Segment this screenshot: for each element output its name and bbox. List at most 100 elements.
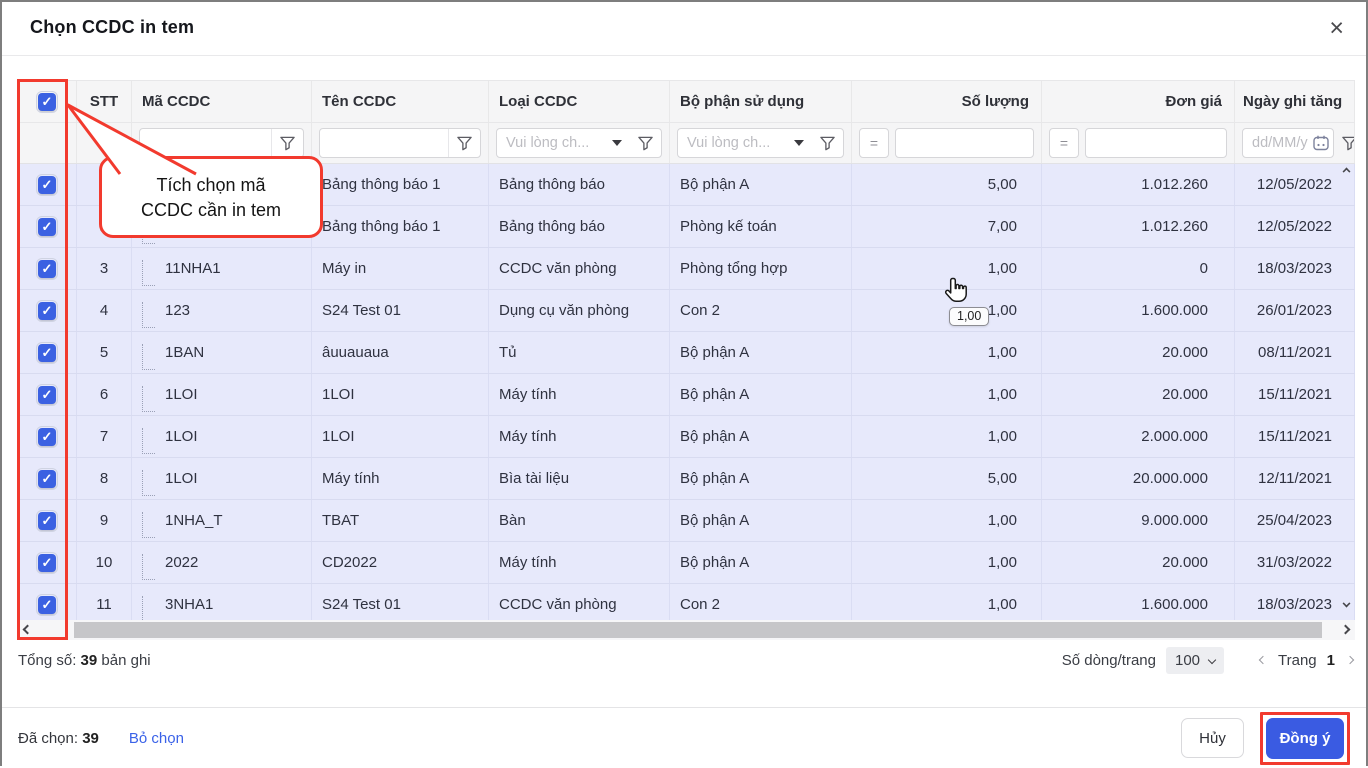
cell-don-gia: 9.000.000 (1042, 500, 1235, 541)
dongia-filter-input[interactable] (1086, 129, 1226, 157)
row-checkbox[interactable]: ✓ (36, 425, 58, 448)
tree-node-icon (142, 343, 155, 370)
filter-check-cell (18, 123, 77, 163)
ma-filter-funnel[interactable] (271, 129, 303, 157)
ten-filter-input[interactable] (320, 129, 448, 157)
cell-so-luong: 7,00 (852, 206, 1042, 247)
table-row[interactable]: ✓ 6 1LOI 1LOI Máy tính Bộ phận A 1,00 20… (18, 374, 1355, 416)
cell-ma-ccdc: 2022 (132, 542, 312, 583)
page-number: 1 (1326, 651, 1335, 669)
cancel-button[interactable]: Hủy (1181, 718, 1244, 758)
per-page-label: Số dòng/trang (1061, 651, 1156, 669)
cell-loai-ccdc: Máy tính (489, 374, 670, 415)
ma-filter-input[interactable] (140, 129, 271, 157)
ok-button[interactable]: Đồng ý (1266, 717, 1344, 759)
cell-stt: 4 (77, 290, 132, 331)
ok-button-annotation-rect: Đồng ý (1260, 711, 1350, 765)
cell-ngay-ghi-tang: 25/04/2023 (1235, 500, 1355, 541)
row-checkbox[interactable]: ✓ (36, 215, 58, 238)
ngay-date-filter[interactable]: dd/MM/y (1242, 128, 1334, 158)
cell-ma-ccdc: 11NHA1 (132, 248, 312, 289)
cell-ten-ccdc: CD2022 (312, 542, 489, 583)
next-page-button[interactable] (1345, 655, 1355, 665)
callout-text: Tích chọn mã CCDC cần in tem (140, 175, 282, 220)
filter-dongia-cell: = (1042, 123, 1235, 163)
dongia-filter-box (1085, 128, 1227, 158)
row-checkbox[interactable]: ✓ (36, 467, 58, 490)
cell-bo-phan: Bộ phận A (670, 458, 852, 499)
cell-bo-phan: Bộ phận A (670, 500, 852, 541)
header-loai-ccdc: Loại CCDC (489, 81, 670, 122)
scroll-right-icon[interactable] (1340, 624, 1351, 635)
cell-bo-phan: Bộ phận A (670, 164, 852, 205)
hand-cursor-icon (944, 277, 967, 303)
dropdown-caret-icon (794, 140, 804, 146)
row-checkbox[interactable]: ✓ (36, 551, 58, 574)
cell-don-gia: 20.000 (1042, 332, 1235, 373)
table-row[interactable]: ✓ 10 2022 CD2022 Máy tính Bộ phận A 1,00… (18, 542, 1355, 584)
ten-filter-funnel[interactable] (448, 129, 480, 157)
horizontal-scroll-thumb[interactable] (74, 622, 1322, 638)
cell-loai-ccdc: Bảng thông báo (489, 164, 670, 205)
cell-loai-ccdc: Máy tính (489, 542, 670, 583)
tree-node-icon (142, 259, 155, 286)
cell-ngay-ghi-tang: 18/03/2023 (1235, 584, 1355, 620)
filter-funnel-icon (457, 136, 472, 150)
cell-ma-ccdc: 1BAN (132, 332, 312, 373)
table-row[interactable]: ✓ 4 123 S24 Test 01 Dụng cụ văn phòng Co… (18, 290, 1355, 332)
loai-filter-funnel[interactable] (629, 129, 661, 157)
cell-ngay-ghi-tang: 15/11/2021 (1235, 416, 1355, 457)
check-icon: ✓ (41, 93, 53, 109)
deselect-all-link[interactable]: Bỏ chọn (129, 730, 184, 747)
cell-ngay-ghi-tang: 26/01/2023 (1235, 290, 1355, 331)
filter-soluong-cell: = (852, 123, 1042, 163)
cell-loai-ccdc: Máy tính (489, 416, 670, 457)
tree-node-icon (142, 511, 155, 538)
total-count: 39 (80, 651, 98, 669)
table-row[interactable]: ✓ 11 3NHA1 S24 Test 01 CCDC văn phòng Co… (18, 584, 1355, 620)
check-icon: ✓ (41, 176, 53, 192)
row-checkbox-cell: ✓ (18, 206, 77, 247)
cell-stt: 6 (77, 374, 132, 415)
soluong-equals-operator[interactable]: = (859, 128, 889, 158)
row-checkbox[interactable]: ✓ (36, 257, 58, 280)
filter-funnel-icon[interactable] (1341, 135, 1355, 152)
row-checkbox[interactable]: ✓ (36, 593, 58, 616)
per-page-value: 100 (1174, 651, 1201, 669)
bophan-filter-funnel[interactable] (811, 129, 843, 157)
cell-don-gia: 2.000.000 (1042, 416, 1235, 457)
cell-bo-phan: Con 2 (670, 584, 852, 620)
table-row[interactable]: ✓ 8 1LOI Máy tính Bìa tài liệu Bộ phận A… (18, 458, 1355, 500)
cell-ten-ccdc: TBAT (312, 500, 489, 541)
prev-page-button[interactable] (1258, 655, 1268, 665)
cell-don-gia: 20.000 (1042, 374, 1235, 415)
select-all-checkbox[interactable]: ✓ (36, 90, 58, 113)
scroll-left-icon[interactable] (22, 624, 33, 635)
close-icon[interactable]: × (1329, 13, 1344, 43)
bophan-filter-select[interactable]: Vui lòng ch... (677, 128, 844, 158)
table-row[interactable]: ✓ 3 11NHA1 Máy in CCDC văn phòng Phòng t… (18, 248, 1355, 290)
row-checkbox[interactable]: ✓ (36, 173, 58, 196)
cell-don-gia: 1.600.000 (1042, 584, 1235, 620)
row-checkbox[interactable]: ✓ (36, 509, 58, 532)
per-page-select[interactable]: 100 (1165, 646, 1225, 674)
cell-so-luong: 1,00 (852, 332, 1042, 373)
chevron-left-icon (1258, 655, 1268, 665)
cell-bo-phan: Phòng kế toán (670, 206, 852, 247)
total-records: Tổng số: 39 bản ghi (18, 651, 151, 669)
row-checkbox[interactable]: ✓ (36, 383, 58, 406)
table-row[interactable]: ✓ 5 1BAN âuuauaua Tủ Bộ phận A 1,00 20.0… (18, 332, 1355, 374)
cell-don-gia: 20.000.000 (1042, 458, 1235, 499)
soluong-filter-input[interactable] (896, 129, 1033, 157)
table-row[interactable]: ✓ 9 1NHA_T TBAT Bàn Bộ phận A 1,00 9.000… (18, 500, 1355, 542)
row-checkbox[interactable]: ✓ (36, 341, 58, 364)
cell-don-gia: 0 (1042, 248, 1235, 289)
table-row[interactable]: ✓ 7 1LOI 1LOI Máy tính Bộ phận A 1,00 2.… (18, 416, 1355, 458)
row-checkbox[interactable]: ✓ (36, 299, 58, 322)
cell-ngay-ghi-tang: 12/05/2022 (1235, 206, 1355, 247)
horizontal-scrollbar[interactable] (18, 620, 1355, 640)
dongia-equals-operator[interactable]: = (1049, 128, 1079, 158)
loai-filter-select[interactable]: Vui lòng ch... (496, 128, 662, 158)
check-icon: ✓ (41, 596, 53, 612)
table-header-row: ✓ STT Mã CCDC Tên CCDC Loại CCDC Bộ phận… (18, 80, 1355, 122)
